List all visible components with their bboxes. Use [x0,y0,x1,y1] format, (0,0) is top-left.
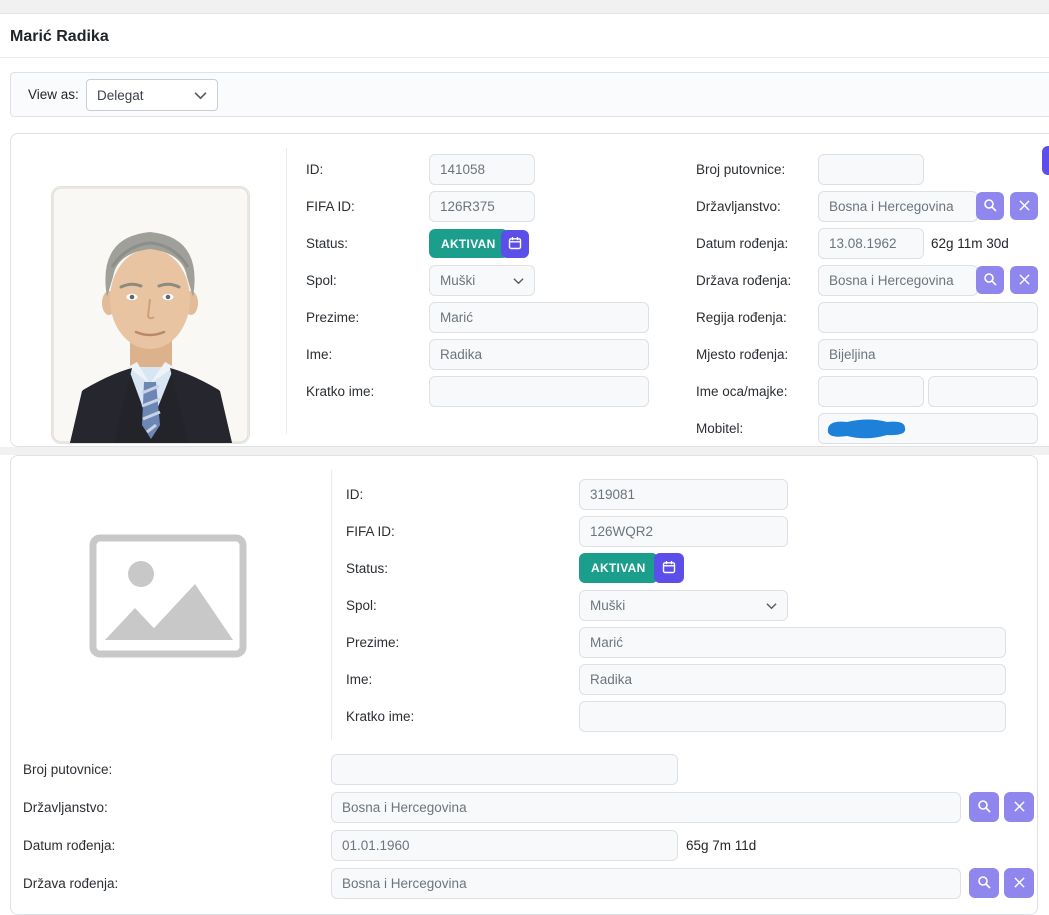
status-label: Status: [306,228,348,259]
mobitel-input[interactable] [818,413,1038,444]
kratko-ime-label: Kratko ime: [306,376,374,407]
datum-rodjenja-label: Datum rođenja: [696,228,788,259]
datum-rodjenja-label: Datum rođenja: [23,830,115,861]
spol-label: Spol: [306,265,337,296]
status-history-button[interactable] [654,553,684,583]
profile-card-secondary: ID: FIFA ID: Status: AKTIVAN Spol: Muški… [10,455,1038,915]
spol-select[interactable]: Muški [579,590,788,621]
spol-select-value: Muški [590,598,625,613]
view-as-select-value: Delegat [97,88,144,103]
drzavljanstvo-label: Državljanstvo: [696,191,781,222]
prezime-input[interactable] [579,627,1006,658]
regija-rodjenja-input[interactable] [818,302,1038,333]
status-badge-button[interactable]: AKTIVAN [429,229,508,258]
mobitel-label: Mobitel: [696,413,743,444]
prezime-label: Prezime: [346,627,399,658]
age-text: 65g 7m 11d [686,830,756,861]
profile-card-delegat: ID: FIFA ID: Status: AKTIVAN Spol: Muški… [10,133,1049,447]
x-icon [1014,800,1025,815]
fifa-id-label: FIFA ID: [306,191,355,222]
image-placeholder-icon [89,534,247,658]
ime-input[interactable] [429,339,649,370]
profile-page: Marić Radika View as: Delegat [0,0,1049,894]
spol-label: Spol: [346,590,377,621]
chevron-down-icon [766,602,777,610]
drzavljanstvo-clear-button[interactable] [1010,192,1038,220]
drzavljanstvo-label: Državljanstvo: [23,792,108,823]
drzavljanstvo-input[interactable] [818,191,978,222]
profile-photo [51,186,250,444]
spol-select-value: Muški [440,273,475,288]
search-icon [977,799,991,816]
status-badge-button[interactable]: AKTIVAN [579,553,658,583]
drzava-rodjenja-label: Država rođenja: [23,868,118,899]
mjesto-rodjenja-label: Mjesto rođenja: [696,339,788,370]
broj-putovnice-label: Broj putovnice: [696,154,785,185]
status-label: Status: [346,553,388,584]
calendar-icon [662,560,676,577]
fifa-id-input[interactable] [429,191,535,222]
id-label: ID: [306,154,323,185]
age-text: 62g 11m 30d [931,228,1009,259]
drzava-rodjenja-clear-button[interactable] [1010,266,1038,294]
fifa-id-label: FIFA ID: [346,516,395,547]
page-title: Marić Radika [10,28,109,46]
id-input[interactable] [579,479,788,510]
id-label: ID: [346,479,363,510]
kratko-ime-input[interactable] [429,376,649,407]
drzavljanstvo-search-button[interactable] [976,192,1004,220]
spol-select[interactable]: Muški [429,265,535,296]
column-divider [331,470,332,740]
ime-label: Ime: [346,664,372,695]
kratko-ime-input[interactable] [579,701,1006,732]
prezime-label: Prezime: [306,302,359,333]
datum-rodjenja-input[interactable] [331,830,678,861]
drzavljanstvo-input[interactable] [331,792,961,823]
ime-input[interactable] [579,664,1006,695]
mjesto-rodjenja-input[interactable] [818,339,1038,370]
x-icon [1019,273,1030,288]
ime-majke-input[interactable] [928,376,1038,407]
panel-gap [0,447,1049,455]
view-as-label: View as: [28,73,79,116]
drzavljanstvo-clear-button[interactable] [1004,792,1034,822]
title-divider [0,57,1049,58]
top-strip [0,0,1049,14]
search-icon [983,198,997,215]
kratko-ime-label: Kratko ime: [346,701,414,732]
drzava-rodjenja-label: Država rođenja: [696,265,791,296]
id-input[interactable] [429,154,535,185]
ime-oca-majke-label: Ime oca/majke: [696,376,788,407]
search-icon [977,875,991,892]
drzava-rodjenja-input[interactable] [331,868,961,899]
x-icon [1014,876,1025,891]
drzava-rodjenja-input[interactable] [818,265,978,296]
chevron-down-icon [513,277,524,285]
view-as-bar: View as: Delegat [10,72,1049,117]
regija-rodjenja-label: Regija rođenja: [696,302,787,333]
calendar-icon [508,236,522,253]
ime-label: Ime: [306,339,332,370]
broj-putovnice-input[interactable] [818,154,924,185]
prezime-input[interactable] [429,302,649,333]
broj-putovnice-label: Broj putovnice: [23,754,112,785]
search-icon [983,272,997,289]
fifa-id-input[interactable] [579,516,788,547]
column-divider [286,148,287,434]
datum-rodjenja-input[interactable] [818,228,924,259]
drzava-rodjenja-search-button[interactable] [976,266,1004,294]
drzavljanstvo-search-button[interactable] [969,792,999,822]
ime-oca-input[interactable] [818,376,924,407]
status-history-button[interactable] [501,230,529,258]
view-as-select[interactable]: Delegat [86,79,218,111]
panel-action-button[interactable] [1042,146,1049,175]
x-icon [1019,199,1030,214]
chevron-down-icon [194,91,207,100]
broj-putovnice-input[interactable] [331,754,678,785]
